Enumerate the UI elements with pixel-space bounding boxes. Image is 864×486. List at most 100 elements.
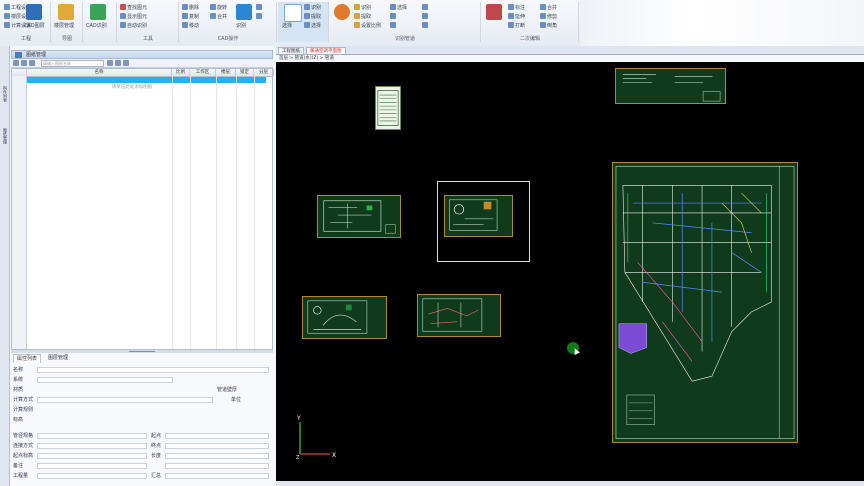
delete-icon[interactable] xyxy=(21,60,27,66)
property-label: 长度 xyxy=(151,453,162,459)
panel-icon xyxy=(15,52,22,58)
ribbon-item[interactable] xyxy=(422,13,429,20)
column-header[interactable]: 锁定 xyxy=(236,69,254,76)
column-header[interactable]: 楼层 xyxy=(216,69,236,76)
ribbon-item[interactable]: 识别 xyxy=(354,4,371,11)
ribbon-item[interactable]: 延伸 xyxy=(508,13,525,20)
tab-property-list[interactable]: 属性列表 xyxy=(13,354,42,363)
doc-tab[interactable]: 工程图纸 xyxy=(278,47,304,54)
ribbon-item[interactable]: 查找图元 xyxy=(120,4,147,11)
ribbon-item[interactable] xyxy=(390,13,397,20)
splitter-grip[interactable] xyxy=(129,351,155,352)
ribbon-group-identify-pipe: 识别 提取 设置比例 选择 识别管道 xyxy=(330,2,481,42)
panel-title: 图纸管理 xyxy=(11,50,273,59)
empty-hint[interactable]: 请单击此处添加图纸 xyxy=(62,84,202,90)
property-row: 工程量 汇总 xyxy=(11,473,273,480)
palette-icon[interactable] xyxy=(334,4,350,20)
ribbon-item[interactable]: 合并 xyxy=(540,4,557,11)
drawing-sheet-plan-4[interactable] xyxy=(417,294,501,337)
identify-icon[interactable] xyxy=(236,4,252,20)
property-value[interactable] xyxy=(165,453,269,459)
property-value[interactable] xyxy=(37,453,147,459)
column-header[interactable]: 名称 xyxy=(27,69,172,76)
sigma-icon[interactable] xyxy=(26,4,42,20)
cad-canvas[interactable]: 工程图纸 暖通空调平面图 首层 > 管道(水)(Z) > 管道 Y X Z xyxy=(276,46,864,486)
tab-drawing-management[interactable]: 图纸管理 xyxy=(1,128,8,144)
property-value[interactable] xyxy=(165,473,269,479)
drawing-sheet-main-plan[interactable] xyxy=(612,162,798,443)
property-label: 工程量 xyxy=(13,473,29,479)
ribbon-item[interactable]: 显示图元 xyxy=(120,13,147,20)
property-row: 名称 xyxy=(11,367,273,374)
property-value[interactable] xyxy=(37,377,173,383)
property-value[interactable] xyxy=(165,433,269,439)
ribbon-item[interactable]: 合并 xyxy=(210,13,227,20)
filter-icon[interactable] xyxy=(123,60,129,66)
property-value[interactable] xyxy=(37,397,213,403)
property-value[interactable] xyxy=(37,473,147,479)
group-label: 工具 xyxy=(142,36,153,42)
tab-layer-management[interactable]: 图层管理 xyxy=(45,354,71,362)
ribbon-item[interactable]: 修剪 xyxy=(540,13,557,20)
ribbon-item[interactable]: 复制 xyxy=(182,13,199,20)
group-label: 导图 xyxy=(61,36,72,42)
ribbon-group-tools: 查找图元 显示图元 自动识别 工具 xyxy=(118,2,179,42)
dimension-icon[interactable] xyxy=(486,4,502,20)
drawing-sheet-legend[interactable] xyxy=(375,86,401,130)
ribbon-item[interactable] xyxy=(256,4,263,11)
grid-line xyxy=(190,76,191,349)
ribbon-item[interactable]: 识别 xyxy=(304,4,321,11)
up-icon[interactable] xyxy=(107,60,113,66)
ribbon-item[interactable]: 倒角 xyxy=(540,22,557,29)
selected-row[interactable] xyxy=(27,77,266,83)
big-button-label: 识别 xyxy=(236,23,247,29)
select-cursor-icon[interactable] xyxy=(284,4,302,22)
ribbon-item[interactable] xyxy=(256,13,263,20)
drawing-sheet-plan-1[interactable] xyxy=(317,195,401,238)
book-icon[interactable] xyxy=(90,4,106,20)
property-value[interactable] xyxy=(165,443,269,449)
column-header[interactable]: 工作区 xyxy=(190,69,216,76)
ribbon-item[interactable]: 选择 xyxy=(390,4,407,11)
axis-x-label: X xyxy=(332,452,336,459)
drawing-sheet-notes[interactable] xyxy=(615,68,726,104)
add-icon[interactable] xyxy=(13,60,19,66)
column-header[interactable]: 分层 xyxy=(254,69,274,76)
ribbon-item[interactable]: 自动识别 xyxy=(120,22,147,29)
down-icon[interactable] xyxy=(115,60,121,66)
column-header[interactable]: 比例 xyxy=(172,69,190,76)
property-row: 材质 管道壁厚 xyxy=(11,387,273,394)
drawing-sheet-plan-2[interactable] xyxy=(444,195,513,237)
property-value[interactable] xyxy=(37,433,147,439)
grid-corner xyxy=(12,69,27,76)
ribbon-item[interactable]: 设置比例 xyxy=(354,22,381,29)
property-value[interactable] xyxy=(37,463,147,469)
layers-icon[interactable] xyxy=(58,4,74,20)
property-label: 名称 xyxy=(13,367,24,373)
property-label: 系统 xyxy=(13,377,24,383)
ribbon-item[interactable]: 移动 xyxy=(182,22,199,29)
property-row: 管径规格 起点 xyxy=(11,433,273,440)
panel-title-text: 图纸管理 xyxy=(26,52,47,58)
ribbon-item[interactable]: 旋转 xyxy=(210,4,227,11)
drawing-sheet-plan-3[interactable] xyxy=(302,296,387,339)
ribbon-item[interactable] xyxy=(390,22,397,29)
axis-y-label: Y xyxy=(296,415,301,422)
search-input[interactable]: 请输入图纸名称 xyxy=(41,60,104,67)
property-value[interactable] xyxy=(37,367,269,373)
ribbon-item[interactable]: 标注 xyxy=(508,4,525,11)
ribbon-item[interactable] xyxy=(422,4,429,11)
ribbon-item[interactable] xyxy=(422,22,429,29)
ribbon-item[interactable]: 提取 xyxy=(354,13,371,20)
ribbon-item[interactable]: 选择 xyxy=(304,22,321,29)
copy-icon[interactable] xyxy=(29,60,35,66)
ribbon-item[interactable]: 打断 xyxy=(508,22,525,29)
ribbon-item[interactable]: 提取 xyxy=(304,13,321,20)
ribbon-item[interactable]: 删除 xyxy=(182,4,199,11)
property-value[interactable] xyxy=(37,443,147,449)
doc-tab-active[interactable]: 暖通空调平面图 xyxy=(306,47,346,54)
sheet-linework xyxy=(422,298,483,332)
tab-component-list[interactable]: 构件列表 xyxy=(1,86,8,102)
property-value[interactable] xyxy=(165,463,269,469)
property-label: 汇总 xyxy=(151,473,162,479)
